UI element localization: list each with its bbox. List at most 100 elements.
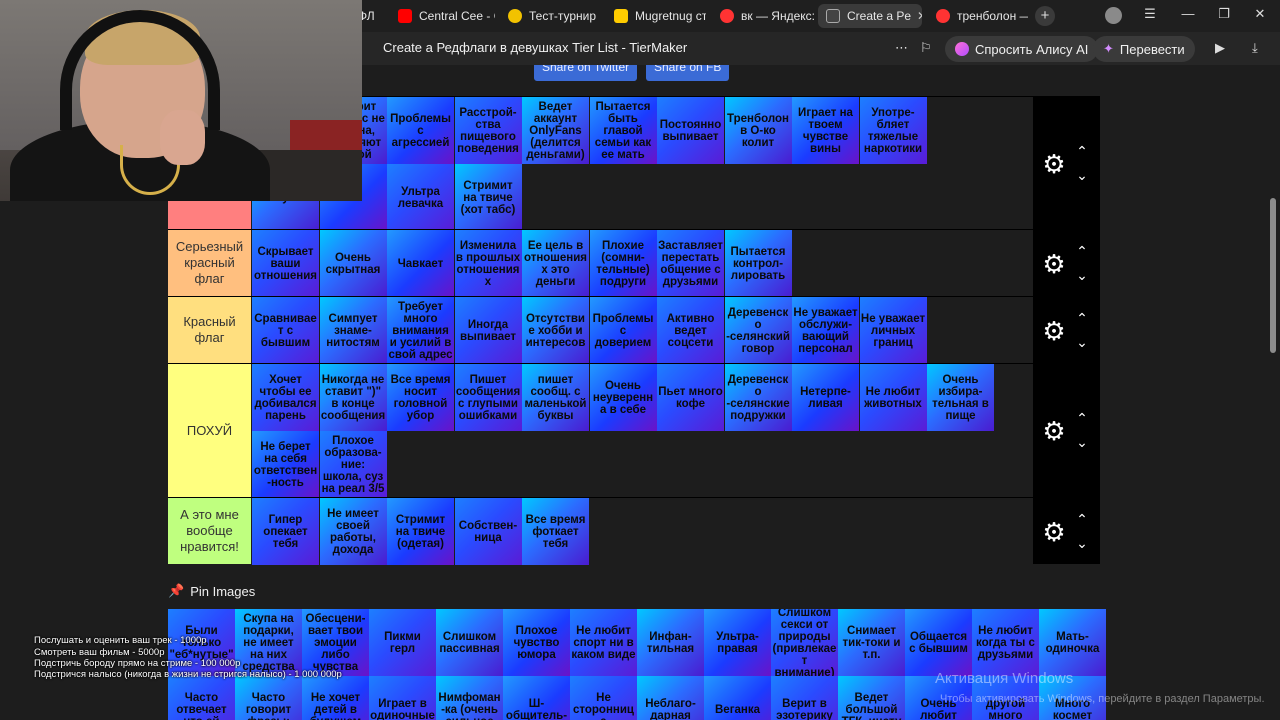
tier-card[interactable]: Пытается контрол-лировать [724, 230, 792, 297]
pin-card[interactable]: Не сторонница [570, 676, 637, 720]
gear-icon[interactable]: ⚙ [1041, 418, 1067, 444]
tier-card[interactable]: Деревенско -селянский говор [724, 297, 792, 364]
pin-card[interactable]: Ш-общитель- [503, 676, 570, 720]
tier-card[interactable]: Сравнивает с бывшим [252, 297, 319, 364]
pin-card[interactable]: Часто отвечает что ей [168, 676, 235, 720]
pin-card[interactable]: Обесцени-вает твои эмоции либо чувства [302, 609, 369, 676]
tier-label[interactable]: Серьезный красный флаг [168, 230, 251, 296]
tier-card[interactable]: Проблемы с агрессией [387, 97, 454, 164]
tier-card[interactable]: Все время носит головной убор [387, 364, 454, 431]
tier-card[interactable]: Постоянно выпивает [657, 97, 724, 164]
ask-alice-button[interactable]: Спросить Алису AI [945, 36, 1099, 62]
chevron-up-icon[interactable]: ⌃ [1073, 244, 1091, 258]
pin-card[interactable]: Слишком секси от природы (привлекает вни… [771, 609, 838, 676]
tier-label[interactable]: Красный флаг [168, 297, 251, 363]
tier-card[interactable]: Не уважает обслужи-вающий персонал [792, 297, 859, 364]
pin-card[interactable]: Верит в эзотерику [771, 676, 838, 720]
tier-card[interactable]: пишет сообщ. с маленькой буквы [522, 364, 589, 431]
tier-card[interactable]: Пьет много кофе [657, 364, 724, 431]
pin-card[interactable]: Играет в одиночные [369, 676, 436, 720]
more-icon[interactable]: ⋯ [895, 40, 908, 56]
close-window-icon[interactable]: ✕ [1250, 6, 1270, 22]
translate-button[interactable]: ✦ Перевести [1093, 36, 1195, 62]
chevron-down-icon[interactable]: ⌄ [1073, 168, 1091, 182]
tier-card[interactable]: Чавкает [387, 230, 454, 297]
pin-card[interactable]: Веганка [704, 676, 771, 720]
pin-card[interactable]: Плохое чувство юмора [503, 609, 570, 676]
media-icon[interactable]: ▶ [1215, 40, 1225, 56]
new-tab-button[interactable]: + [1035, 6, 1055, 26]
pin-card[interactable]: Нимфоман-ка (очень сильное [436, 676, 503, 720]
chevron-up-icon[interactable]: ⌃ [1073, 311, 1091, 325]
chevron-up-icon[interactable]: ⌃ [1073, 512, 1091, 526]
pin-card[interactable]: Снимает тик-токи и т.п. [838, 609, 905, 676]
tier-card[interactable]: Плохое образова-ние: школа, суз на реал … [319, 431, 387, 498]
minimize-icon[interactable]: — [1178, 6, 1198, 21]
tier-card[interactable]: Симпует знаме-нитостям [319, 297, 387, 364]
tier-card[interactable]: Ультра левачка [387, 164, 454, 231]
tier-label[interactable]: ПОХУЙ [168, 364, 251, 497]
gear-icon[interactable]: ⚙ [1041, 318, 1067, 344]
pin-card[interactable]: Ведет большой ТГК, инсту [838, 676, 905, 720]
scrollbar-thumb[interactable] [1270, 198, 1276, 353]
tier-card[interactable]: Ведет аккаунт OnlyFans (делится деньгами… [522, 97, 589, 164]
pin-card[interactable]: Скупа на подарки, не имеет на них средст… [235, 609, 302, 676]
pin-card[interactable]: Мать-одиночка [1039, 609, 1106, 676]
share-fb-button[interactable]: Share on FB [646, 65, 730, 81]
profile-avatar[interactable] [1105, 7, 1122, 24]
download-icon[interactable]: ⤓ [1252, 40, 1258, 56]
tier-card[interactable]: Скрывает ваши отношения [252, 230, 319, 297]
tier-card[interactable]: Не любит животных [859, 364, 927, 431]
chevron-down-icon[interactable]: ⌄ [1073, 335, 1091, 349]
pin-card[interactable]: Пикми герл [369, 609, 436, 676]
tier-card[interactable]: Активно ведет соцсети [657, 297, 724, 364]
tier-card[interactable]: Очень неуверенна в себе [589, 364, 657, 431]
tier-card[interactable]: Пишет сообщения с глупыми ошибками [454, 364, 522, 431]
tier-card[interactable]: Проблемы с доверием [589, 297, 657, 364]
tier-card[interactable]: Не берет на себя ответствен-ность [252, 431, 319, 498]
tab-test-tournament[interactable]: Тест-турнир [500, 4, 600, 28]
chevron-down-icon[interactable]: ⌄ [1073, 268, 1091, 282]
tier-card[interactable]: Требует много внимания и усилий в свой а… [387, 297, 454, 364]
tier-card[interactable]: Иногда выпивает [454, 297, 522, 364]
pin-card[interactable]: Слишком пассивная [436, 609, 503, 676]
pin-card[interactable]: Ультра-правая [704, 609, 771, 676]
gear-icon[interactable]: ⚙ [1041, 519, 1067, 545]
tier-card[interactable]: Пытается быть главой семьи как ее мать [589, 97, 657, 164]
tab-trenbolone[interactable]: тренболон — [928, 4, 1028, 28]
tier-card[interactable]: Ее цель в отношениях это деньги [522, 230, 589, 297]
tier-card[interactable]: Не уважает личных границ [859, 297, 927, 364]
tier-card[interactable]: Изменила в прошлых отношениях [454, 230, 522, 297]
tier-card[interactable]: Очень скрытная [319, 230, 387, 297]
tab-mugretnug[interactable]: Mugretnug ст [606, 4, 706, 28]
chevron-down-icon[interactable]: ⌄ [1073, 435, 1091, 449]
gear-icon[interactable]: ⚙ [1041, 151, 1067, 177]
chevron-up-icon[interactable]: ⌃ [1073, 144, 1091, 158]
page-scrollbar[interactable] [1270, 68, 1276, 718]
restore-icon[interactable]: ❐ [1214, 6, 1234, 22]
tier-card[interactable]: Стримит на твиче (хот табс) [454, 164, 522, 231]
tier-card[interactable]: Плохие (сомни-тельные) подруги [589, 230, 657, 297]
tab-vk-yandex[interactable]: вк — Яндекс: [712, 4, 814, 28]
chevron-up-icon[interactable]: ⌃ [1073, 411, 1091, 425]
pin-card[interactable]: Неблаго-дарная [637, 676, 704, 720]
tier-card[interactable]: Деревенско -селянские подружки [724, 364, 792, 431]
pin-card[interactable]: Не любит когда ты с друзьями [972, 609, 1039, 676]
tier-card[interactable]: Не имеет своей работы, дохода [319, 498, 387, 565]
close-tab-icon[interactable]: ✕ [917, 9, 922, 23]
pin-card[interactable]: Инфан-тильная [637, 609, 704, 676]
menu-icon[interactable]: ☰ [1140, 6, 1160, 22]
gear-icon[interactable]: ⚙ [1041, 251, 1067, 277]
tier-card[interactable]: Все время фоткает тебя [522, 498, 589, 565]
tab-central-cee[interactable]: Central Cee - С [390, 4, 495, 28]
tier-card[interactable]: Отсутствие хобби и интересов [522, 297, 589, 364]
tab-tiermaker-active[interactable]: Create a Pe ✕ [818, 4, 922, 28]
tier-card[interactable]: Играет на твоем чувстве вины [792, 97, 859, 164]
bookmark-icon[interactable]: ⚐ [920, 40, 932, 56]
chevron-down-icon[interactable]: ⌄ [1073, 536, 1091, 550]
tier-label[interactable]: А это мне вообще нравится! [168, 498, 251, 564]
tier-card[interactable]: Хочет чтобы ее добивался парень [252, 364, 319, 431]
pin-card[interactable]: Не хочет детей в будущем [302, 676, 369, 720]
tier-card[interactable]: Употре-бляет тяжелые наркотики [859, 97, 927, 164]
share-twitter-button[interactable]: Share on Twitter [534, 65, 638, 81]
